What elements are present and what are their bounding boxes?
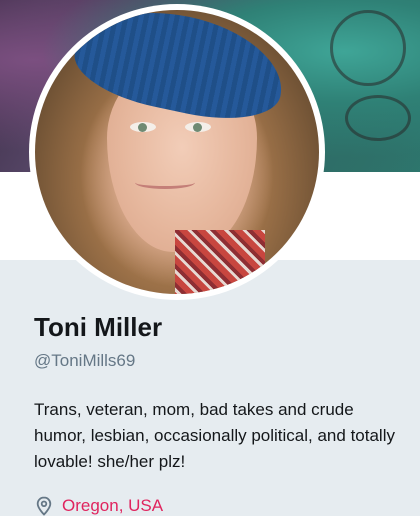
profile-handle[interactable]: @ToniMills69 — [34, 351, 135, 371]
location-link[interactable]: Oregon, USA — [62, 496, 163, 516]
banner-decoration — [330, 10, 406, 86]
avatar-mouth — [135, 176, 195, 189]
avatar-photo — [35, 10, 319, 294]
profile-bio: Trans, veteran, mom, bad takes and crude… — [34, 400, 395, 471]
banner-decoration — [345, 95, 411, 141]
avatar-shirt — [175, 230, 265, 294]
avatar-eye — [130, 122, 156, 132]
location-pin-icon — [36, 496, 52, 516]
profile-avatar[interactable] — [29, 4, 325, 300]
profile-name[interactable]: Toni Miller — [34, 312, 162, 343]
profile-location[interactable]: Oregon, USA — [34, 496, 163, 516]
avatar-eye — [185, 122, 211, 132]
